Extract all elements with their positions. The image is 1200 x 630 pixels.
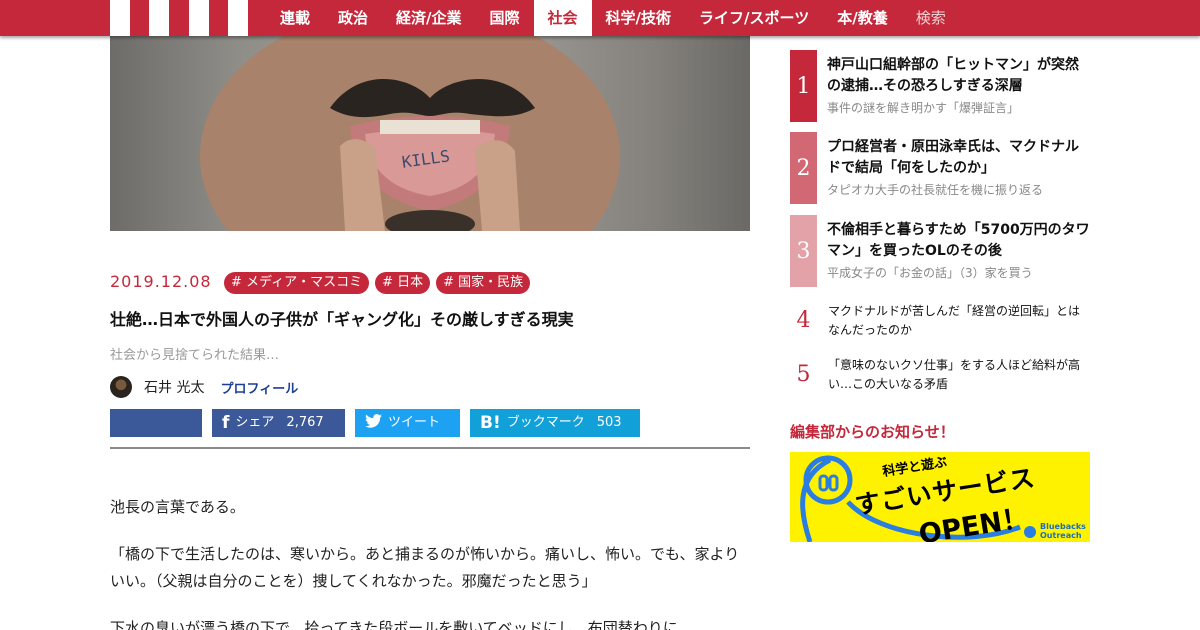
ranking-item-1[interactable]: 1 神戸山口組幹部の「ヒットマン」が突然の逮捕…その恐ろしすぎる深層 事件の謎を…	[790, 50, 1090, 122]
ranking-title[interactable]: プロ経営者・原田泳幸氏は、マクドナルドで結局「何をしたのか」	[827, 137, 1090, 179]
share-buttons: f シェア 2,767 ツイート B! ブックマーク 503	[110, 409, 640, 437]
banner-logo-line2: Outreach	[1040, 531, 1082, 540]
facebook-share-label: シェア	[235, 415, 275, 430]
nav-item-society[interactable]: 社会	[533, 0, 592, 36]
article-tags: # メディア・マスコミ # 日本 # 国家・民族	[224, 272, 531, 294]
article-date: 2019.12.08	[110, 272, 212, 291]
hatena-bookmark-icon: B!	[480, 413, 501, 433]
facebook-icon: f	[222, 413, 230, 433]
nav-item-books[interactable]: 本/教養	[823, 0, 901, 36]
article-subhead: 社会から見捨てられた結果…	[110, 348, 280, 363]
ranking-subtitle: 事件の謎を解き明かす「爆弾証言」	[827, 101, 1020, 115]
nav-item-life-sports[interactable]: ライフ/スポーツ	[685, 0, 823, 36]
ranking-item-5[interactable]: 5 「意味のないクソ仕事」をする人ほど給料が高い…この大いなる矛盾	[790, 356, 1090, 396]
twitter-share-button[interactable]: ツイート	[355, 409, 460, 437]
share-button-blank[interactable]	[110, 409, 202, 437]
hatena-bookmark-button[interactable]: B! ブックマーク 503	[470, 409, 640, 437]
author-row: 石井 光太 プロフィール	[110, 376, 298, 398]
tag-media[interactable]: # メディア・マスコミ	[224, 272, 370, 294]
ranking-title[interactable]: 「意味のないクソ仕事」をする人ほど給料が高い…この大いなる矛盾	[828, 356, 1090, 394]
facebook-share-count: 2,767	[286, 415, 324, 430]
hero-image: KILLS	[110, 36, 750, 231]
tag-japan[interactable]: # 日本	[375, 272, 431, 294]
top-nav-bar: 連載 政治 経済/企業 国際 社会 科学/技術 ライフ/スポーツ 本/教養 検索	[0, 0, 1200, 36]
hatena-bookmark-label: ブックマーク	[506, 415, 585, 430]
nav-item-politics[interactable]: 政治	[324, 0, 382, 36]
ranking-title[interactable]: 神戸山口組幹部の「ヒットマン」が突然の逮捕…その恐ろしすぎる深層	[827, 55, 1090, 97]
rank-number: 2	[790, 132, 817, 204]
hatena-bookmark-count: 503	[596, 415, 622, 430]
nav-item-international[interactable]: 国際	[476, 0, 534, 36]
hero-photo-illustration: KILLS	[200, 36, 620, 231]
rank-number: 5	[796, 362, 811, 387]
article-paragraph: 池長の言葉である。	[110, 498, 245, 516]
article-headline: 壮絶…日本で外国人の子供が「ギャング化」その厳しすぎる現実	[110, 310, 574, 329]
ranking-title[interactable]: マクドナルドが苦しんだ「経営の逆回転」とはなんだったのか	[828, 302, 1090, 340]
author-name[interactable]: 石井 光太	[144, 377, 204, 397]
nav-search-link[interactable]: 検索	[902, 0, 960, 36]
banner-logo-line1: Bluebacks	[1040, 522, 1086, 531]
main-nav: 連載 政治 経済/企業 国際 社会 科学/技術 ライフ/スポーツ 本/教養 検索	[266, 0, 960, 36]
rank-number: 4	[796, 308, 811, 333]
profile-link[interactable]: プロフィール	[220, 378, 298, 397]
rank-number: 1	[790, 50, 817, 122]
ranking-item-2[interactable]: 2 プロ経営者・原田泳幸氏は、マクドナルドで結局「何をしたのか」 タピオカ大手の…	[790, 132, 1090, 204]
ranking-subtitle: タピオカ大手の社長就任を機に振り返る	[827, 183, 1044, 197]
nav-item-serial[interactable]: 連載	[266, 0, 324, 36]
twitter-share-label: ツイート	[388, 415, 441, 430]
tag-nation[interactable]: # 国家・民族	[436, 272, 531, 294]
outreach-banner[interactable]: 科学と遊ぶ すごいサービス OPEN！ Bluebacks Outreach	[790, 452, 1090, 542]
bluebacks-logo: Bluebacks Outreach	[1040, 522, 1086, 540]
notice-heading: 編集部からのお知らせ！	[790, 423, 955, 441]
article-paragraph: 下水の臭いが漂う橋の下で、拾ってきた段ボールを敷いてベッドにし、布団替わりに	[110, 619, 678, 630]
twitter-bird-icon	[365, 409, 382, 437]
ranking-subtitle: 平成女子の「お金の話」（3）家を買う	[827, 266, 1033, 280]
article-divider	[110, 447, 750, 449]
ranking-item-4[interactable]: 4 マクドナルドが苦しんだ「経営の逆回転」とはなんだったのか	[790, 302, 1090, 342]
ranking-title[interactable]: 不倫相手と暮らすため「5700万円のタワマン」を買ったOLのその後	[827, 220, 1090, 262]
ranking-item-3[interactable]: 3 不倫相手と暮らすため「5700万円のタワマン」を買ったOLのその後 平成女子…	[790, 215, 1090, 287]
nav-item-economy[interactable]: 経済/企業	[382, 0, 475, 36]
facebook-share-button[interactable]: f シェア 2,767	[212, 409, 345, 437]
site-logo[interactable]	[110, 0, 249, 36]
avatar	[110, 376, 132, 398]
rank-number: 3	[790, 215, 817, 287]
nav-item-science[interactable]: 科学/技術	[592, 0, 685, 36]
article-paragraph: 「橋の下で生活したのは、寒いから。あと捕まるのが怖いから。痛いし、怖い。でも、家…	[110, 545, 740, 590]
